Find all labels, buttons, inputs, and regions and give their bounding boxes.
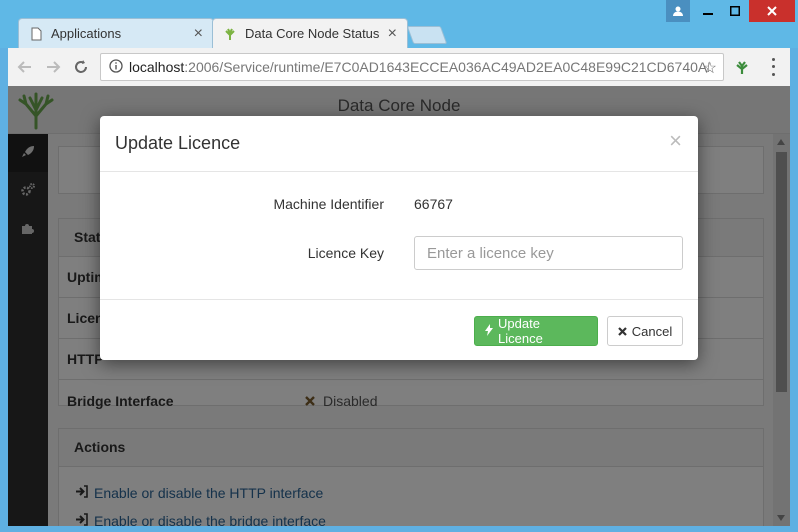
close-icon[interactable]: ×	[388, 26, 397, 42]
update-licence-label: Update Licence	[498, 316, 543, 346]
tab-title: Applications	[51, 26, 122, 41]
info-icon[interactable]	[109, 58, 123, 76]
update-licence-modal: Update Licence × Machine Identifier 6676…	[100, 116, 698, 360]
tree-extension-icon[interactable]	[732, 57, 752, 77]
url-host: localhost	[129, 59, 185, 75]
tab-applications[interactable]: Applications ×	[18, 18, 214, 48]
modal-footer: Update Licence Cancel	[100, 300, 698, 360]
minimize-icon[interactable]	[695, 0, 721, 22]
cancel-label: Cancel	[631, 323, 673, 339]
window-close-icon[interactable]	[749, 0, 795, 22]
modal-header: Update Licence ×	[100, 116, 698, 172]
times-icon	[617, 324, 627, 339]
url-path: :2006/Service/runtime/E7C0AD1643ECCEA036…	[184, 59, 709, 75]
machine-identifier-label: Machine Identifier	[273, 196, 384, 212]
modal-close-icon[interactable]: ×	[669, 130, 682, 152]
licence-key-input[interactable]	[414, 236, 683, 270]
browser-toolbar: localhost:2006/Service/runtime/E7C0AD164…	[8, 48, 790, 86]
cancel-button[interactable]: Cancel	[607, 316, 683, 346]
browser-menu-icon[interactable]	[766, 56, 780, 78]
licence-key-label: Licence Key	[307, 245, 384, 261]
update-licence-button[interactable]: Update Licence	[474, 316, 598, 346]
bolt-icon	[485, 323, 493, 339]
machine-identifier-value: 66767	[414, 196, 453, 212]
close-icon[interactable]: ×	[194, 26, 203, 42]
tab-data-core-node-status[interactable]: Data Core Node Status ×	[212, 18, 408, 48]
forward-arrow-icon[interactable]	[42, 56, 64, 78]
modal-body: Machine Identifier 66767 Licence Key	[100, 172, 698, 300]
tab-title: Data Core Node Status	[245, 26, 380, 41]
page-icon	[29, 27, 43, 41]
address-bar[interactable]: localhost:2006/Service/runtime/E7C0AD164…	[100, 53, 724, 81]
maximize-icon[interactable]	[722, 0, 748, 22]
reload-icon[interactable]	[70, 56, 92, 78]
bookmark-star-icon[interactable]: ☆	[703, 58, 717, 78]
back-arrow-icon[interactable]	[14, 56, 36, 78]
browser-titlebar: Applications × Data Core Node Status ×	[0, 0, 798, 48]
tree-favicon-icon	[223, 27, 237, 41]
new-tab-button[interactable]	[406, 26, 448, 44]
url-text: localhost:2006/Service/runtime/E7C0AD164…	[129, 59, 709, 75]
user-icon[interactable]	[666, 0, 690, 22]
modal-title: Update Licence	[115, 133, 241, 153]
